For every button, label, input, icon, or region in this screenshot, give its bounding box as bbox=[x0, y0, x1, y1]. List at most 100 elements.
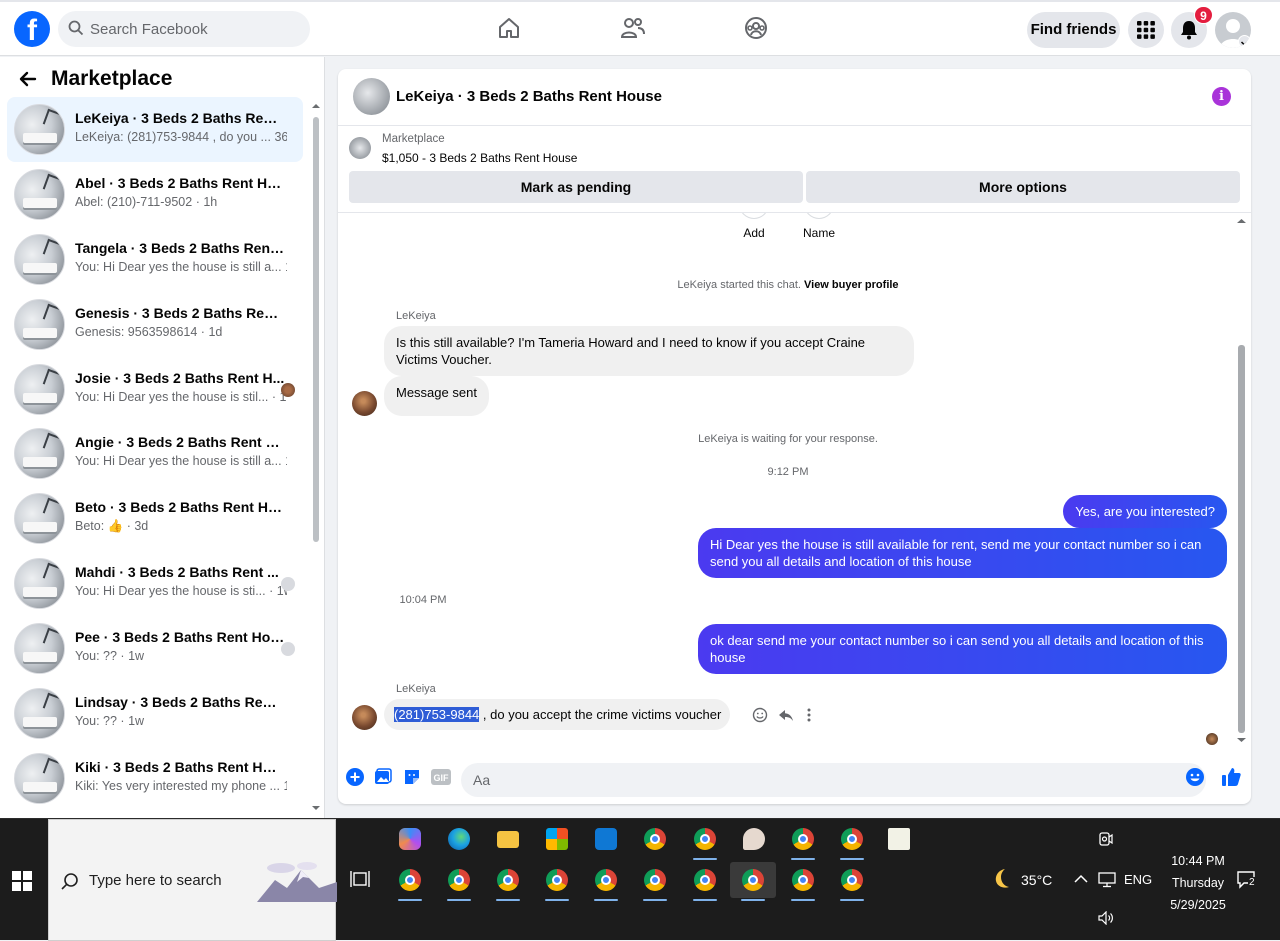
chrome-profile-icon[interactable] bbox=[637, 862, 673, 901]
photo-icon[interactable] bbox=[374, 768, 392, 786]
conversation-item[interactable]: Abel · 3 Beds 2 Baths Rent House Abel: (… bbox=[7, 162, 303, 227]
outgoing-message[interactable]: Yes, are you interested? bbox=[1063, 495, 1227, 528]
outgoing-message[interactable]: ok dear send me your contact number so i… bbox=[698, 624, 1227, 674]
scroll-down-arrow-icon[interactable] bbox=[312, 804, 320, 812]
plus-icon[interactable] bbox=[346, 768, 364, 786]
notification-count-badge: 9 bbox=[1194, 6, 1213, 24]
thumbs-up-icon[interactable] bbox=[1221, 767, 1241, 787]
outgoing-message[interactable]: Hi Dear yes the house is still available… bbox=[698, 528, 1227, 578]
profile-avatar[interactable] bbox=[1215, 12, 1251, 48]
conversation-item[interactable]: Genesis · 3 Beds 2 Baths Rent H... Genes… bbox=[7, 292, 303, 357]
weather-moon-icon[interactable] bbox=[990, 867, 1014, 891]
home-icon[interactable] bbox=[497, 16, 521, 40]
edge-browser-icon[interactable] bbox=[441, 821, 477, 857]
scroll-up-arrow-icon[interactable] bbox=[1237, 217, 1246, 225]
copilot-app-icon[interactable] bbox=[392, 821, 428, 857]
chat-listing-avatar[interactable] bbox=[353, 78, 390, 115]
emoji-icon[interactable] bbox=[1186, 768, 1204, 786]
listing-thumbnail bbox=[14, 428, 65, 480]
sender-avatar[interactable] bbox=[352, 391, 377, 416]
chat-scrollbar[interactable] bbox=[1237, 217, 1246, 745]
conversation-item[interactable]: Kiki · 3 Beds 2 Baths Rent House Kiki: Y… bbox=[7, 746, 303, 811]
name-contact-circle[interactable] bbox=[804, 213, 834, 219]
file-explorer-icon[interactable] bbox=[490, 821, 526, 857]
scroll-down-arrow-icon[interactable] bbox=[1237, 736, 1246, 744]
scroll-up-arrow-icon[interactable] bbox=[312, 102, 320, 110]
snipping-tool-icon[interactable] bbox=[736, 821, 772, 857]
listing-thumbnail[interactable] bbox=[349, 137, 371, 159]
conversation-item[interactable]: Mahdi · 3 Beds 2 Baths Rent ... You: Hi … bbox=[7, 551, 303, 616]
conversation-item[interactable]: Tangela · 3 Beds 2 Baths Rent H... You: … bbox=[7, 227, 303, 292]
windows-start-icon[interactable] bbox=[12, 871, 32, 891]
chrome-profile-icon[interactable] bbox=[834, 862, 870, 901]
chat-scroll-thumb[interactable] bbox=[1238, 345, 1245, 733]
back-arrow-icon[interactable] bbox=[18, 69, 38, 89]
volume-icon[interactable] bbox=[1098, 911, 1114, 925]
notepad-chart-icon[interactable] bbox=[881, 821, 917, 857]
chrome-profile-icon[interactable] bbox=[834, 821, 870, 860]
conversation-title: Lindsay · 3 Beds 2 Baths Rent H... bbox=[75, 694, 285, 711]
more-actions-icon[interactable] bbox=[806, 707, 812, 723]
sticker-icon[interactable] bbox=[403, 768, 421, 786]
facebook-logo[interactable]: f bbox=[14, 11, 50, 47]
conversation-item[interactable]: LeKeiya · 3 Beds 2 Baths Rent H... LeKei… bbox=[7, 97, 303, 162]
chrome-profile-icon[interactable] bbox=[637, 821, 673, 857]
temperature-text[interactable]: 35°C bbox=[1021, 872, 1052, 888]
info-icon[interactable]: i bbox=[1212, 87, 1231, 106]
chrome-profile-icon[interactable] bbox=[441, 862, 477, 901]
view-buyer-profile-link[interactable]: View buyer profile bbox=[804, 279, 899, 291]
chrome-profile-icon-active[interactable] bbox=[730, 862, 776, 901]
incoming-message[interactable]: Message sent bbox=[384, 376, 489, 416]
incoming-message[interactable]: (281)753-9844 , do you accept the crime … bbox=[384, 699, 731, 730]
system-clock[interactable]: 10:44 PM Thursday 5/29/2025 bbox=[1160, 850, 1236, 916]
add-label[interactable]: Add bbox=[736, 226, 772, 240]
conversation-item[interactable]: Lindsay · 3 Beds 2 Baths Rent H... You: … bbox=[7, 681, 303, 746]
groups-icon[interactable] bbox=[744, 16, 768, 40]
conversation-item[interactable]: Josie · 3 Beds 2 Baths Rent H... You: Hi… bbox=[7, 357, 303, 422]
taskbar-search-box[interactable]: Type here to search bbox=[48, 819, 337, 941]
reply-icon[interactable] bbox=[778, 707, 794, 723]
sender-avatar[interactable] bbox=[352, 705, 377, 730]
chrome-profile-icon[interactable] bbox=[687, 862, 723, 901]
listing-price[interactable]: $1,050 - 3 Beds 2 Baths Rent House bbox=[382, 151, 577, 165]
add-contact-circle[interactable] bbox=[739, 213, 769, 219]
chrome-profile-icon[interactable] bbox=[785, 821, 821, 860]
chrome-profile-icon[interactable] bbox=[785, 862, 821, 901]
language-indicator[interactable]: ENG bbox=[1124, 872, 1152, 887]
friends-icon[interactable] bbox=[620, 16, 646, 40]
incoming-message[interactable]: Is this still available? I'm Tameria How… bbox=[384, 326, 914, 376]
search-input[interactable] bbox=[90, 11, 300, 47]
gif-icon[interactable]: GIF bbox=[431, 769, 451, 785]
message-input[interactable] bbox=[461, 763, 1206, 797]
chevron-up-icon[interactable] bbox=[1074, 874, 1088, 884]
network-icon[interactable] bbox=[1098, 872, 1116, 888]
sidebar-scroll-thumb[interactable] bbox=[313, 117, 319, 542]
page-title: Marketplace bbox=[51, 67, 173, 90]
chrome-profile-icon[interactable] bbox=[490, 862, 526, 901]
highlighted-phone-number[interactable]: (281)753-9844 bbox=[394, 707, 480, 722]
page-scrollbar[interactable] bbox=[1268, 56, 1280, 818]
chrome-profile-icon[interactable] bbox=[392, 862, 428, 901]
outlook-icon[interactable] bbox=[588, 821, 624, 857]
more-options-button[interactable]: More options bbox=[806, 171, 1240, 203]
name-label[interactable]: Name bbox=[799, 226, 839, 240]
chrome-profile-icon[interactable] bbox=[588, 862, 624, 901]
react-emoji-icon[interactable] bbox=[752, 707, 768, 723]
microsoft-store-icon[interactable] bbox=[539, 821, 575, 857]
task-view-icon[interactable] bbox=[350, 871, 370, 889]
conversation-item[interactable]: Pee · 3 Beds 2 Baths Rent Hou... You: ??… bbox=[7, 616, 303, 681]
conversation-item[interactable]: Beto · 3 Beds 2 Baths Rent House Beto: 👍… bbox=[7, 486, 303, 551]
find-friends-button[interactable]: Find friends bbox=[1027, 12, 1120, 48]
sidebar-scrollbar[interactable] bbox=[312, 102, 320, 812]
chrome-profile-icon[interactable] bbox=[539, 862, 575, 901]
bell-icon bbox=[1181, 21, 1197, 40]
search-box[interactable] bbox=[58, 11, 310, 47]
conversation-item[interactable]: Angie · 3 Beds 2 Baths Rent Hou... You: … bbox=[7, 421, 303, 486]
chrome-profile-icon[interactable] bbox=[687, 821, 723, 860]
chat-title[interactable]: LeKeiya · 3 Beds 2 Baths Rent House bbox=[396, 88, 662, 105]
meet-now-icon[interactable] bbox=[1098, 831, 1114, 847]
notification-center-button[interactable]: 2 bbox=[1236, 869, 1256, 894]
menu-button[interactable] bbox=[1128, 12, 1164, 48]
mark-as-pending-button[interactable]: Mark as pending bbox=[349, 171, 803, 203]
account-chevron-icon[interactable] bbox=[1238, 35, 1251, 48]
